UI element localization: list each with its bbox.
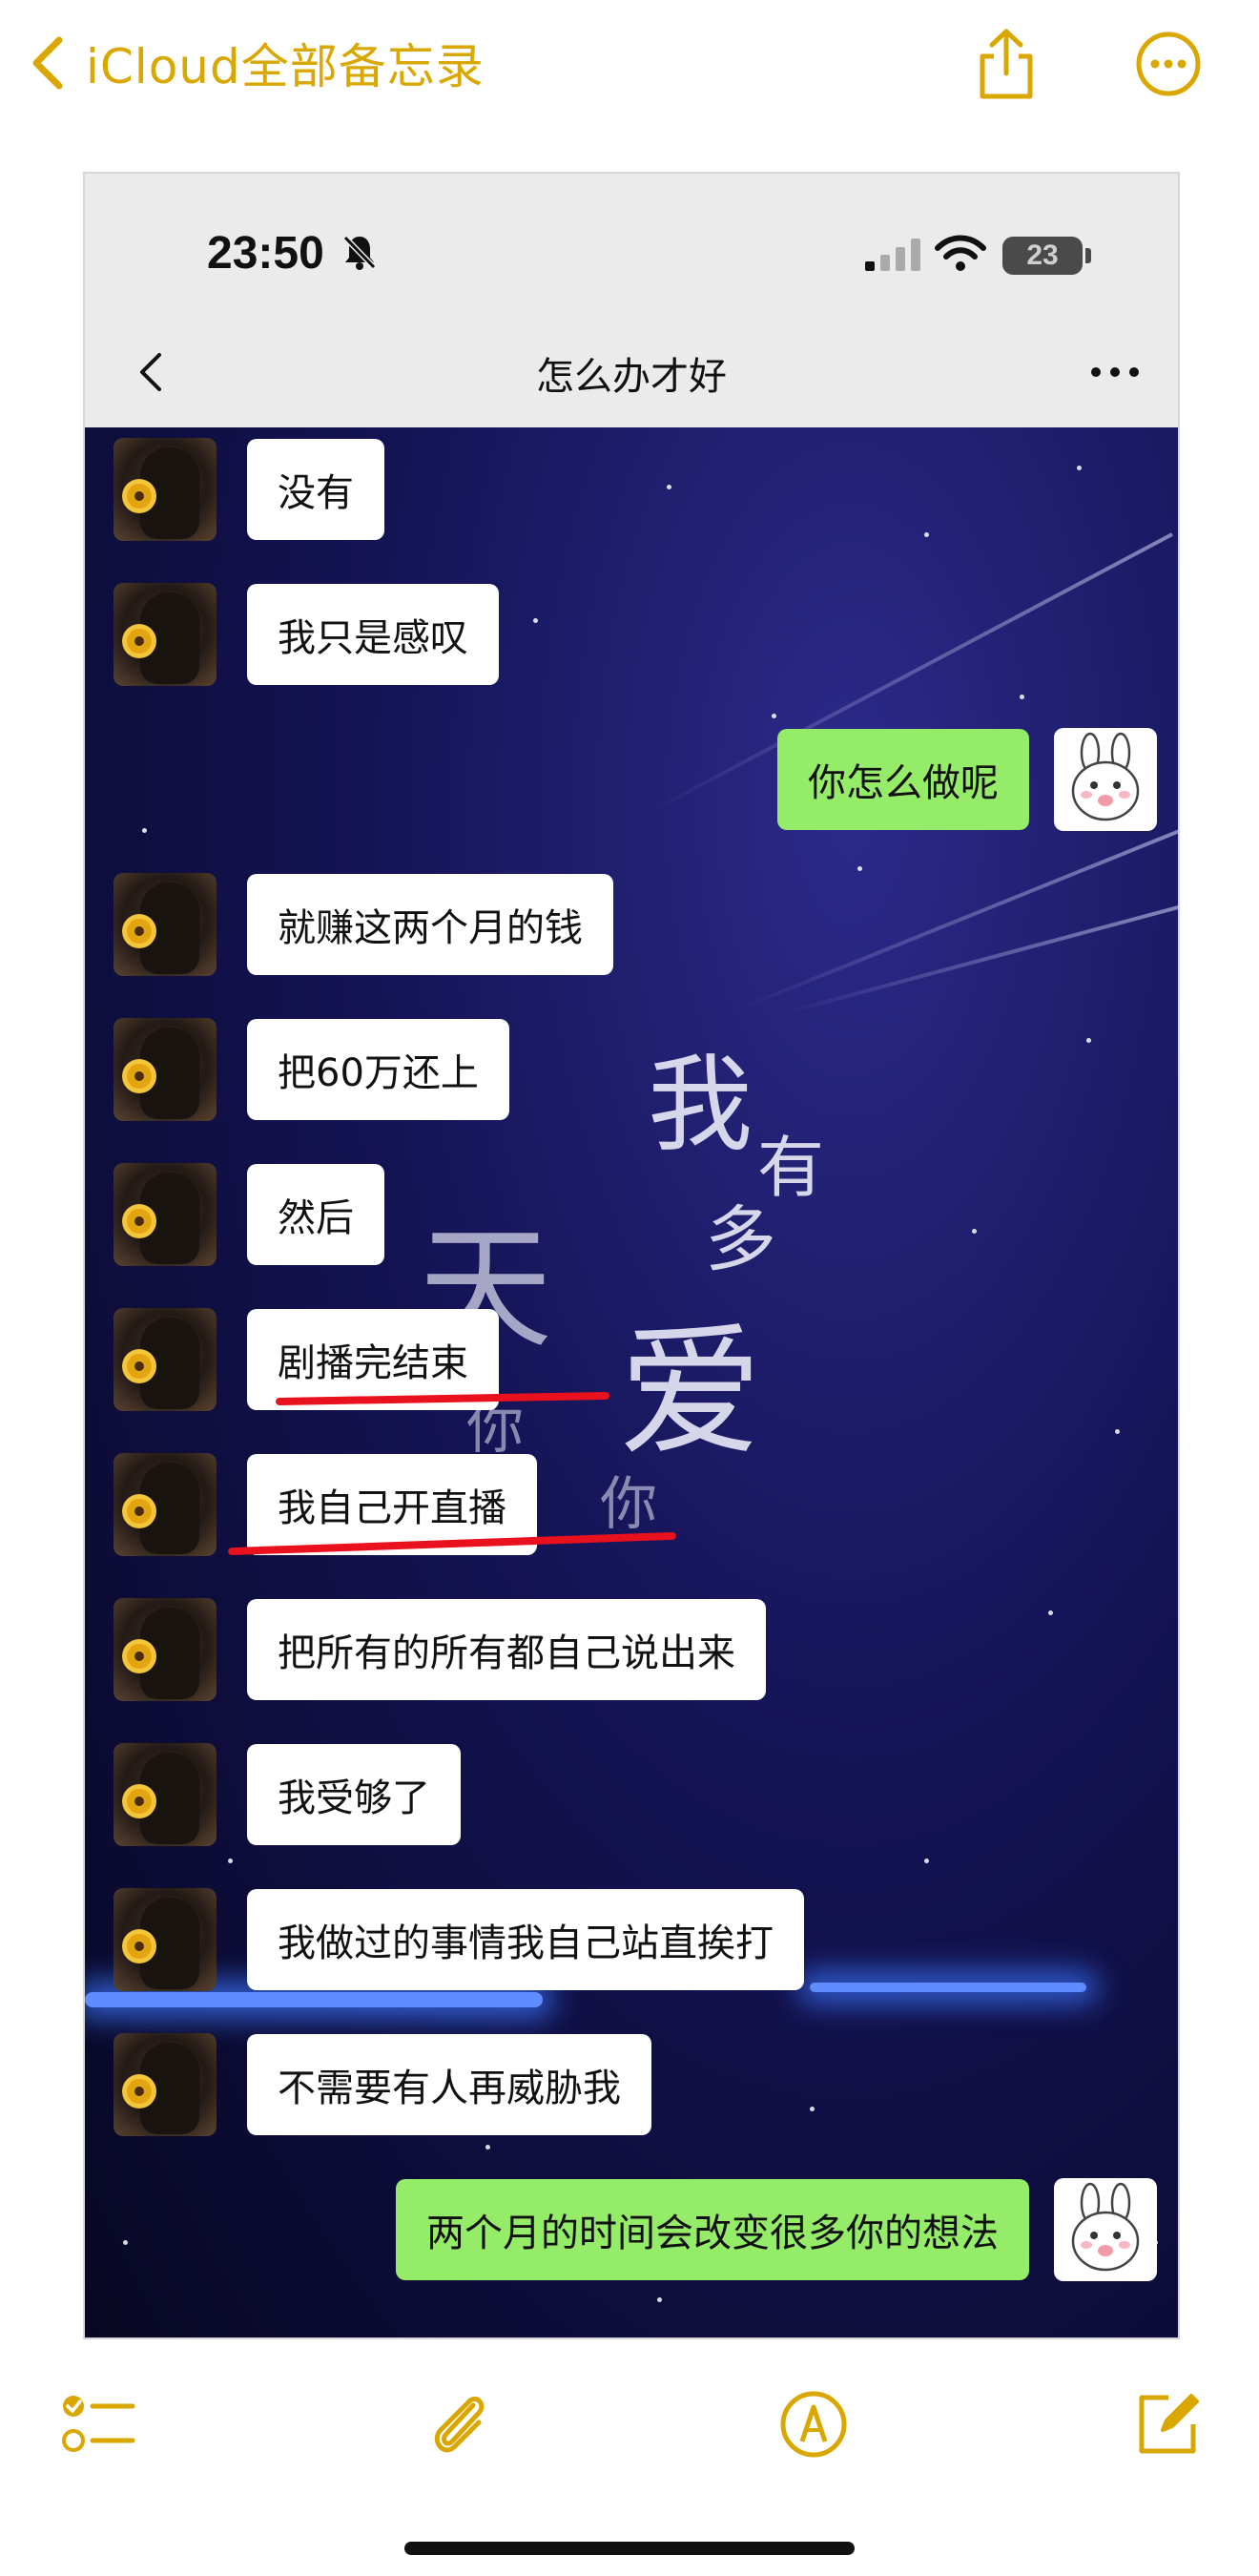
- ellipsis-circle-icon: [1136, 31, 1201, 96]
- sunflower-icon: [127, 629, 152, 654]
- received-message-bubble[interactable]: 没有: [247, 439, 384, 540]
- sunflower-icon: [127, 1064, 152, 1089]
- light-beam: [785, 904, 1178, 1015]
- contact-avatar[interactable]: [114, 1018, 217, 1121]
- background-star: [1048, 1610, 1053, 1615]
- battery-icon: 23: [1002, 237, 1083, 275]
- background-star: [533, 618, 538, 623]
- notes-navigation-bar: iCloud全部备忘录: [0, 0, 1259, 134]
- sunflower-icon: [127, 1644, 152, 1669]
- background-star: [924, 1859, 929, 1863]
- contact-avatar[interactable]: [114, 583, 217, 686]
- back-to-all-notes-button[interactable]: iCloud全部备忘录: [29, 29, 485, 97]
- bunny-avatar-icon: [1071, 2182, 1140, 2272]
- received-message-bubble[interactable]: 把所有的所有都自己说出来: [247, 1599, 766, 1700]
- received-message-bubble[interactable]: 把60万还上: [247, 1019, 509, 1120]
- share-icon: [980, 29, 1033, 99]
- background-lyric: 爱: [619, 1310, 763, 1476]
- chat-title: 怎么办才好: [536, 355, 727, 399]
- more-dots-icon[interactable]: [1077, 345, 1153, 399]
- wifi-icon: [935, 235, 986, 271]
- my-avatar[interactable]: [1054, 2178, 1157, 2281]
- battery-level: 23: [1026, 239, 1059, 271]
- sunflower-icon: [127, 1209, 152, 1234]
- background-lyric: 多: [705, 1197, 777, 1281]
- markup-button[interactable]: [771, 2381, 857, 2467]
- sunflower-icon: [127, 919, 152, 944]
- notes-toolbar: [0, 2357, 1259, 2500]
- sent-message-bubble[interactable]: 你怎么做呢: [777, 729, 1029, 830]
- bell-slash-icon: [342, 235, 377, 270]
- background-star: [810, 2107, 815, 2111]
- sunflower-icon: [127, 484, 152, 509]
- sunflower-icon: [127, 1354, 152, 1379]
- contact-avatar[interactable]: [114, 873, 217, 976]
- contact-avatar[interactable]: [114, 1308, 217, 1411]
- background-star: [1077, 466, 1082, 470]
- chevron-left-icon: [32, 36, 63, 90]
- background-star: [857, 866, 862, 871]
- background-lyric: 我: [648, 1044, 753, 1166]
- battery-cap: [1085, 248, 1091, 263]
- bunny-avatar-icon: [1071, 732, 1140, 821]
- more-options-button[interactable]: [1125, 21, 1211, 107]
- received-message-bubble[interactable]: 我做过的事情我自己站直挨打: [247, 1889, 804, 1990]
- light-beam: [738, 828, 1178, 1011]
- contact-avatar[interactable]: [114, 1888, 217, 1991]
- home-indicator: [404, 2542, 855, 2555]
- background-star: [1115, 1429, 1120, 1434]
- new-note-button[interactable]: [1124, 2381, 1209, 2467]
- checklist-icon: [62, 2396, 135, 2452]
- stage-light: [810, 1983, 1086, 1992]
- cellular-signal-icon: [865, 239, 920, 271]
- contact-avatar[interactable]: [114, 1453, 217, 1556]
- chat-header: 怎么办才好: [85, 317, 1178, 427]
- background-star: [772, 714, 776, 718]
- sent-message-bubble[interactable]: 两个月的时间会改变很多你的想法: [396, 2179, 1029, 2280]
- contact-avatar[interactable]: [114, 1598, 217, 1701]
- back-label: iCloud全部备忘录: [86, 39, 485, 94]
- embedded-chat-screenshot[interactable]: 23:50 23 怎么办才好 我 有 多 爱 天 你 你 没有 我只是感叹 你怎…: [83, 172, 1180, 2339]
- contact-avatar[interactable]: [114, 1743, 217, 1846]
- stage-light: [85, 1992, 543, 2007]
- contact-avatar[interactable]: [114, 1163, 217, 1266]
- background-lyric: 你: [600, 1471, 657, 1538]
- phone-status-bar: 23:50 23: [85, 174, 1178, 317]
- sunflower-icon: [127, 2079, 152, 2104]
- share-button[interactable]: [963, 21, 1049, 107]
- received-message-bubble[interactable]: 我受够了: [247, 1744, 461, 1845]
- my-avatar[interactable]: [1054, 728, 1157, 831]
- markup-pen-icon: [780, 2391, 847, 2458]
- background-star: [657, 2297, 662, 2302]
- background-star: [972, 1229, 977, 1234]
- compose-icon: [1139, 2394, 1199, 2454]
- background-star: [142, 828, 147, 833]
- background-star: [485, 2145, 490, 2150]
- sunflower-icon: [127, 1934, 152, 1959]
- notes-page: iCloud全部备忘录 23:50 23 怎么办才好 我 有 多 爱 天 你 你…: [0, 0, 1259, 2576]
- sunflower-icon: [127, 1789, 152, 1814]
- contact-avatar[interactable]: [114, 2033, 217, 2136]
- background-star: [667, 485, 671, 489]
- received-message-bubble[interactable]: 我只是感叹: [247, 584, 499, 685]
- checklist-button[interactable]: [55, 2381, 141, 2467]
- sunflower-icon: [127, 1499, 152, 1524]
- received-message-bubble[interactable]: 然后: [247, 1164, 384, 1265]
- background-star: [924, 532, 929, 537]
- received-message-bubble[interactable]: 就赚这两个月的钱: [247, 874, 613, 975]
- background-star: [228, 1859, 233, 1863]
- status-time: 23:50: [207, 228, 324, 279]
- attachment-button[interactable]: [416, 2381, 502, 2467]
- paperclip-icon: [434, 2396, 485, 2453]
- background-star: [123, 2240, 128, 2245]
- received-message-bubble[interactable]: 不需要有人再威胁我: [247, 2034, 651, 2135]
- background-star: [1020, 695, 1024, 699]
- contact-avatar[interactable]: [114, 438, 217, 541]
- background-star: [1086, 1038, 1091, 1043]
